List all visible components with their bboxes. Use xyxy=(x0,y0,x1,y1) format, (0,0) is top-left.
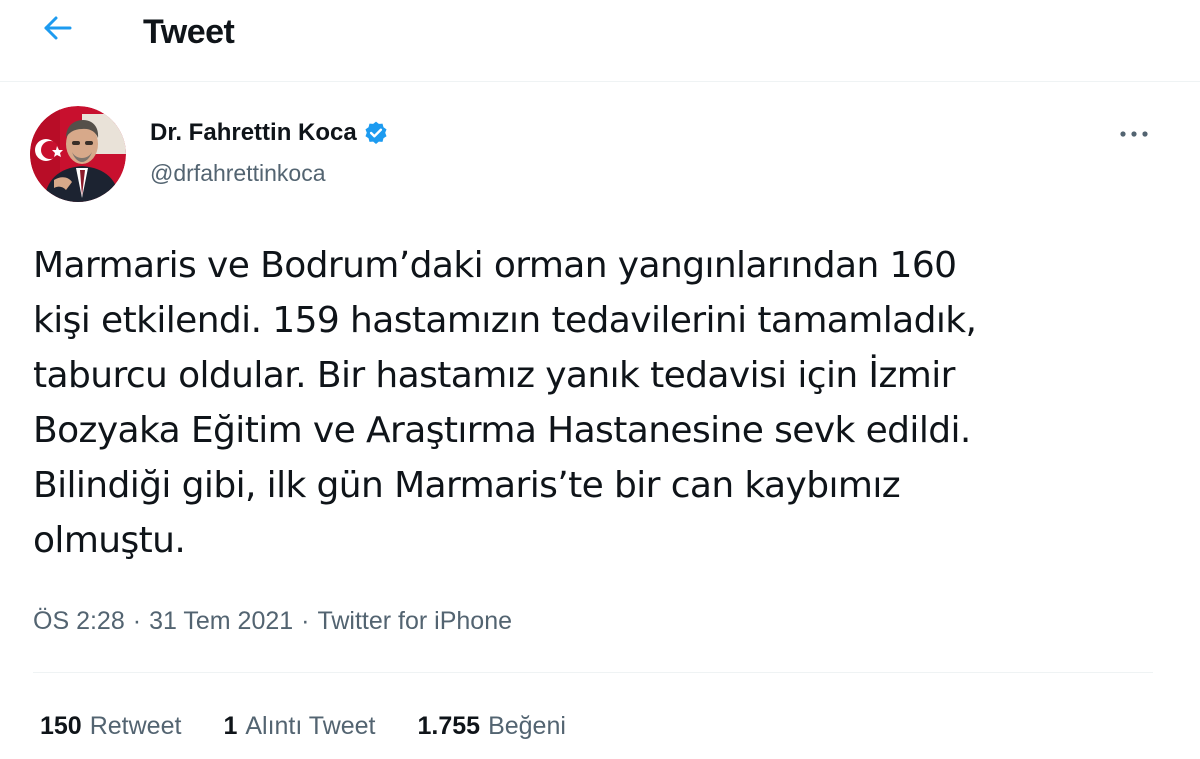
page-title: Tweet xyxy=(143,13,235,51)
separator-dot: · xyxy=(132,607,142,635)
likes-count: 1.755 xyxy=(417,712,481,740)
retweets-count: 150 xyxy=(40,712,82,740)
quotes-label: Alıntı Tweet xyxy=(245,712,376,740)
tweet-stats: 150 Retweet 1 Alıntı Tweet 1.755 Beğeni xyxy=(40,709,608,743)
retweets-stat[interactable]: 150 Retweet xyxy=(40,709,181,743)
likes-label: Beğeni xyxy=(488,712,566,740)
more-dots-icon xyxy=(1119,125,1149,143)
divider xyxy=(33,672,1153,673)
quotes-stat[interactable]: 1 Alıntı Tweet xyxy=(223,709,375,743)
separator-dot: · xyxy=(301,607,310,635)
tweet-time[interactable]: ÖS 2:28 xyxy=(33,604,125,638)
author-name-text: Dr. Fahrettin Koca xyxy=(150,119,357,146)
verified-badge-icon xyxy=(363,120,389,146)
retweets-label: Retweet xyxy=(89,712,182,740)
tweet-text: Marmaris ve Bodrum’daki orman yangınları… xyxy=(33,245,977,561)
arrow-left-icon xyxy=(43,15,73,46)
header-bar: Tweet xyxy=(0,0,1200,82)
author-handle[interactable]: @drfahrettinkoca xyxy=(150,157,326,189)
avatar[interactable] xyxy=(30,106,126,202)
tweet-source-link[interactable]: Twitter for iPhone xyxy=(317,604,512,638)
likes-stat[interactable]: 1.755 Beğeni xyxy=(418,709,566,743)
author-name[interactable]: Dr. Fahrettin Koca xyxy=(150,117,389,149)
more-options-button[interactable] xyxy=(1112,118,1156,150)
tweet-metadata: ÖS 2:28 · 31 Tem 2021 · Twitter for iPho… xyxy=(33,604,512,638)
quotes-count: 1 xyxy=(223,712,238,740)
back-button[interactable] xyxy=(34,10,82,50)
tweet-date[interactable]: 31 Tem 2021 xyxy=(149,604,293,638)
